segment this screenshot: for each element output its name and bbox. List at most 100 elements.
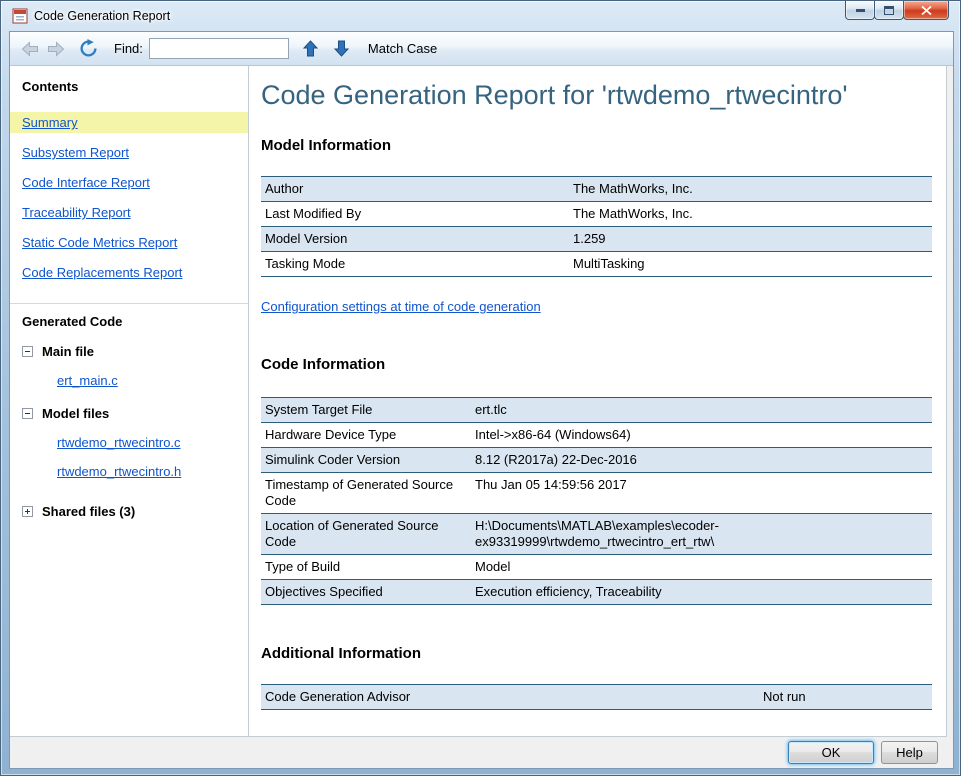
sidebar-item-code-interface-report[interactable]: Code Interface Report [10,172,248,193]
tree-group-label: Main file [42,344,94,359]
ok-button[interactable]: OK [788,741,874,764]
table-row: System Target File ert.tlc [261,398,932,423]
up-arrow-icon [303,40,318,57]
traceability-report-link[interactable]: Traceability Report [22,205,131,220]
table-row: Last Modified By The MathWorks, Inc. [261,202,932,227]
contents-links: Summary Subsystem Report Code Interface … [10,112,248,283]
window-title: Code Generation Report [34,9,170,23]
model-information-table: Author The MathWorks, Inc. Last Modified… [261,176,932,277]
row-label: Type of Build [261,555,471,580]
code-interface-report-link[interactable]: Code Interface Report [22,175,150,190]
row-label: Tasking Mode [261,252,569,277]
sidebar-item-traceability-report[interactable]: Traceability Report [10,202,248,223]
row-value: ert.tlc [471,398,932,423]
maximize-icon [884,6,894,15]
row-value: The MathWorks, Inc. [569,177,932,202]
close-icon [921,6,932,15]
row-label: Location of Generated Source Code [261,514,471,555]
additional-information-table: Code Generation Advisor Not run [261,684,932,710]
sidebar-item-subsystem-report[interactable]: Subsystem Report [10,142,248,163]
row-value: The MathWorks, Inc. [569,202,932,227]
contents-heading: Contents [10,66,248,94]
back-button[interactable] [18,37,42,61]
tree-file-row: rtwdemo_rtwecintro.c [10,432,248,453]
file-link-rtwdemo-rtwecintro-c[interactable]: rtwdemo_rtwecintro.c [57,435,181,450]
tree-group-label: Shared files (3) [42,504,135,519]
help-button[interactable]: Help [881,741,938,764]
minimize-button[interactable] [845,1,875,20]
tree-group-main-file: Main file [10,341,248,362]
generated-code-heading: Generated Code [10,304,248,329]
down-arrow-icon [334,40,349,57]
table-row: Simulink Coder Version 8.12 (R2017a) 22-… [261,448,932,473]
configuration-settings-link[interactable]: Configuration settings at time of code g… [261,299,541,314]
find-input[interactable] [149,38,289,59]
report-title: Code Generation Report for 'rtwdemo_rtwe… [261,80,932,111]
code-replacements-report-link[interactable]: Code Replacements Report [22,265,182,280]
match-case-label: Match Case [368,41,437,56]
sidebar-item-static-code-metrics-report[interactable]: Static Code Metrics Report [10,232,248,253]
row-label: Model Version [261,227,569,252]
subsystem-report-link[interactable]: Subsystem Report [22,145,129,160]
file-link-ert-main-c[interactable]: ert_main.c [57,373,118,388]
code-information-heading: Code Information [261,356,932,373]
table-row: Objectives Specified Execution efficienc… [261,580,932,605]
refresh-icon [79,39,98,58]
back-arrow-icon [20,40,40,58]
client-area: Find: Match Case Contents Summ [9,31,954,769]
summary-link[interactable]: Summary [22,115,78,130]
find-previous-button[interactable] [299,37,323,61]
sidebar-item-code-replacements-report[interactable]: Code Replacements Report [10,262,248,283]
forward-arrow-icon [46,40,66,58]
find-next-button[interactable] [330,37,354,61]
row-value: Execution efficiency, Traceability [471,580,932,605]
report-app-icon [12,8,28,24]
code-generation-report-window: Code Generation Report [0,0,961,776]
row-value: Model [471,555,932,580]
table-row: Hardware Device Type Intel->x86-64 (Wind… [261,423,932,448]
collapse-toggle-icon[interactable] [22,408,33,419]
tree-group-shared-files: Shared files (3) [10,501,248,522]
forward-button[interactable] [44,37,68,61]
window-controls [846,1,949,20]
row-label: Simulink Coder Version [261,448,471,473]
model-information-heading: Model Information [261,137,932,154]
find-toolbar: Find: Match Case [10,32,953,66]
row-value: 8.12 (R2017a) 22-Dec-2016 [471,448,932,473]
close-button[interactable] [903,1,949,20]
report-panel: Code Generation Report for 'rtwdemo_rtwe… [249,66,947,737]
configuration-settings-row: Configuration settings at time of code g… [261,299,932,314]
tree-file-row: ert_main.c [10,370,248,391]
row-label: Objectives Specified [261,580,471,605]
row-value: Not run [759,685,932,710]
file-link-rtwdemo-rtwecintro-h[interactable]: rtwdemo_rtwecintro.h [57,464,181,479]
table-row: Code Generation Advisor Not run [261,685,932,710]
row-label: Code Generation Advisor [261,685,759,710]
table-row: Type of Build Model [261,555,932,580]
row-value: Thu Jan 05 14:59:56 2017 [471,473,932,514]
row-label: Timestamp of Generated Source Code [261,473,471,514]
row-label: Author [261,177,569,202]
refresh-button[interactable] [76,37,100,61]
expand-toggle-icon[interactable] [22,506,33,517]
dialog-footer: OK Help [788,741,938,764]
table-row: Location of Generated Source Code H:\Doc… [261,514,932,555]
collapse-toggle-icon[interactable] [22,346,33,357]
row-value: H:\Documents\MATLAB\examples\ecoder-ex93… [471,514,932,555]
static-code-metrics-report-link[interactable]: Static Code Metrics Report [22,235,177,250]
body-area: Contents Summary Subsystem Report Code I… [10,66,953,768]
code-information-table: System Target File ert.tlc Hardware Devi… [261,397,932,605]
row-value: Intel->x86-64 (Windows64) [471,423,932,448]
row-label: System Target File [261,398,471,423]
find-label: Find: [114,41,143,56]
sidebar-item-summary[interactable]: Summary [10,112,248,133]
row-value: 1.259 [569,227,932,252]
titlebar[interactable]: Code Generation Report [1,1,960,31]
row-label: Hardware Device Type [261,423,471,448]
maximize-button[interactable] [874,1,904,20]
minimize-icon [856,9,865,12]
table-row: Model Version 1.259 [261,227,932,252]
table-row: Tasking Mode MultiTasking [261,252,932,277]
table-row: Author The MathWorks, Inc. [261,177,932,202]
tree-group-label: Model files [42,406,109,421]
